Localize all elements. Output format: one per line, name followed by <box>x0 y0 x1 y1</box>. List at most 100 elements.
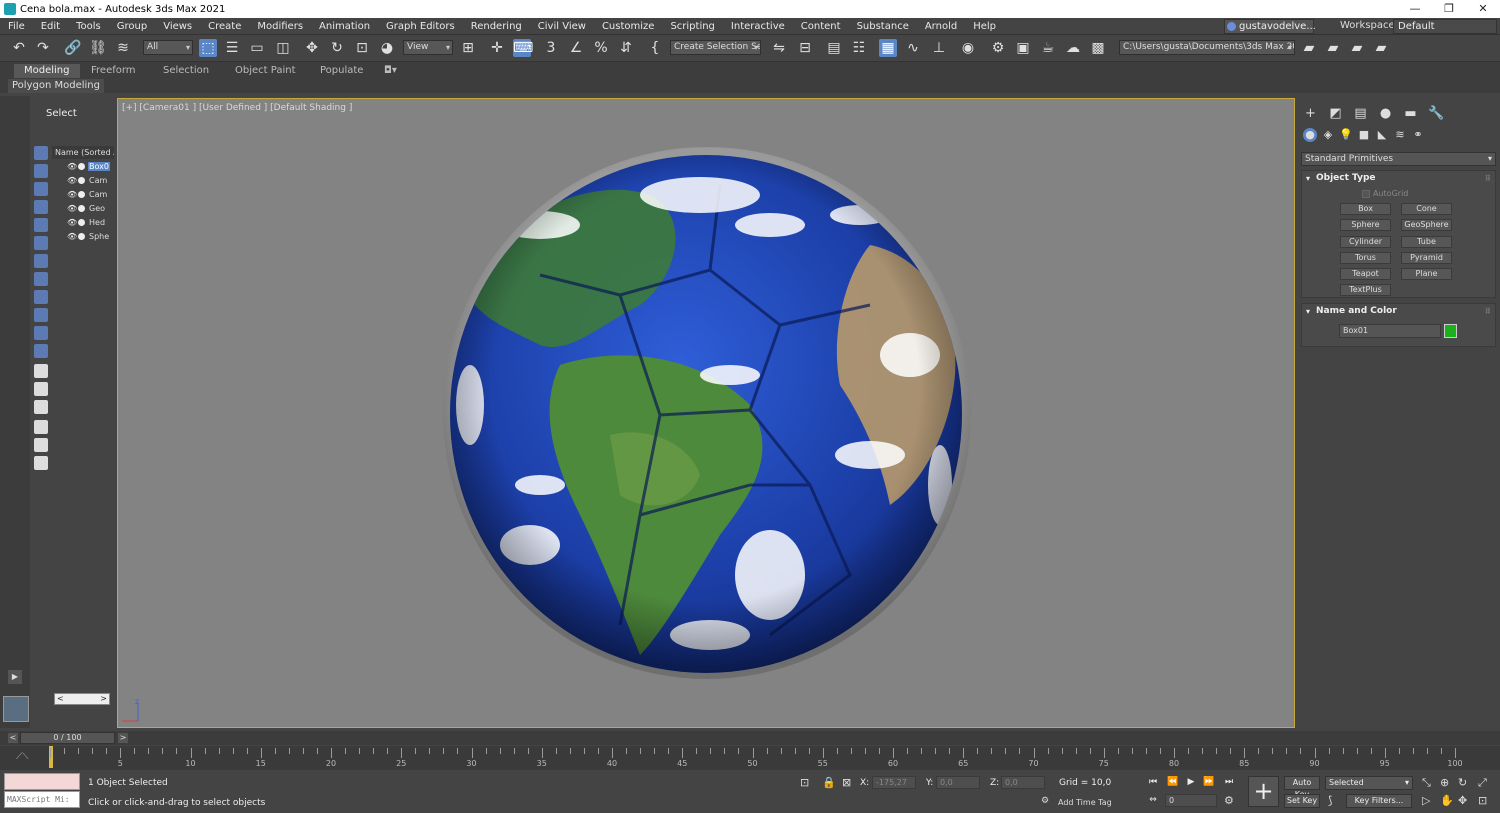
current-frame-field[interactable]: 0 <box>1165 794 1217 807</box>
tube-button[interactable]: Tube <box>1401 236 1452 248</box>
utilities-tab-icon[interactable]: 🔧 <box>1428 106 1444 121</box>
menu-file[interactable]: File <box>0 21 33 32</box>
motion-tab-icon[interactable]: ● <box>1378 106 1393 121</box>
render-production-icon[interactable]: ☕ <box>1039 39 1057 57</box>
helpers-category-icon[interactable]: ◣ <box>1375 128 1389 142</box>
hierarchy-tab-icon[interactable]: ▤ <box>1353 106 1368 121</box>
tab-modeling[interactable]: Modeling <box>14 64 80 78</box>
display-spacewarps-icon[interactable] <box>34 236 48 250</box>
render-setup-icon[interactable]: ⚙ <box>989 39 1007 57</box>
z-coordinate-field[interactable]: 0,0 <box>1001 776 1045 789</box>
rect-selection-icon[interactable]: ▭ <box>248 39 266 57</box>
scene-explorer-toggle-icon[interactable]: ▤ <box>825 39 843 57</box>
pyramid-button[interactable]: Pyramid <box>1401 252 1452 264</box>
zoom-all-icon[interactable]: ⊕ <box>1440 776 1449 789</box>
maxscript-listener-output[interactable] <box>4 773 80 790</box>
eye-icon[interactable]: 👁 <box>67 162 77 171</box>
geosphere-button[interactable]: GeoSphere <box>1401 219 1452 231</box>
object-type-header[interactable]: Object Type <box>1302 171 1495 186</box>
pan-icon[interactable]: ✋ <box>1440 794 1454 807</box>
menu-modifiers[interactable]: Modifiers <box>249 21 311 32</box>
display-cameras-icon[interactable] <box>34 200 48 214</box>
name-column-header[interactable]: Name (Sorted A <box>52 146 114 159</box>
cone-button[interactable]: Cone <box>1401 203 1452 215</box>
viewport-label[interactable]: [+] [Camera01 ] [User Defined ] [Default… <box>122 103 352 113</box>
box-button[interactable]: Box <box>1340 203 1391 215</box>
close-button[interactable]: ✕ <box>1466 0 1500 18</box>
display-lights-icon[interactable] <box>34 182 48 196</box>
snaps-toggle-icon[interactable]: 3 <box>542 39 560 57</box>
autogrid-checkbox[interactable]: AutoGrid <box>1362 189 1408 198</box>
selection-filter-dropdown[interactable]: All <box>143 40 193 55</box>
absolute-mode-icon[interactable]: ⊠ <box>842 776 851 789</box>
layer-icon[interactable] <box>34 456 48 470</box>
frame-ruler[interactable]: 5 10 15 20 25 30 35 40 45 50 55 60 65 70 75 80 85 90 95 100 <box>50 748 1463 768</box>
object-category-dropdown[interactable]: Standard Primitives <box>1301 152 1496 166</box>
teapot-button[interactable]: Teapot <box>1340 268 1391 280</box>
field-of-view-icon[interactable]: ▷ <box>1422 794 1430 807</box>
key-mode-dropdown[interactable]: Selected <box>1325 776 1413 790</box>
named-selection-dropdown[interactable]: Create Selection Se <box>670 40 761 55</box>
menu-edit[interactable]: Edit <box>33 21 68 32</box>
select-object-icon[interactable]: ⬚ <box>199 39 217 57</box>
redo-icon[interactable]: ↷ <box>34 39 52 57</box>
link-icon[interactable]: 🔗 <box>64 39 82 57</box>
list-item[interactable]: 👁 Geo <box>52 201 114 215</box>
eye-icon[interactable]: 👁 <box>67 204 77 213</box>
default-in-out-tangent-icon[interactable]: ⟆ <box>1328 794 1332 807</box>
eye-icon[interactable]: 👁 <box>67 190 77 199</box>
align-icon[interactable]: ⊟ <box>796 39 814 57</box>
project-icon-4[interactable]: ▰ <box>1372 39 1390 57</box>
select-by-name-icon[interactable]: ☰ <box>223 39 241 57</box>
object-name-field[interactable]: Box01 <box>1339 324 1441 338</box>
set-keys-icon[interactable]: + <box>1248 776 1279 807</box>
display-none-icon[interactable] <box>34 382 48 396</box>
menu-scripting[interactable]: Scripting <box>662 21 722 32</box>
systems-category-icon[interactable]: ⚭ <box>1411 128 1425 142</box>
restore-button[interactable]: ❐ <box>1432 0 1466 18</box>
edit-named-selection-icon[interactable]: { <box>646 39 664 57</box>
orbit-icon[interactable]: ↻ <box>1458 776 1467 789</box>
menu-civil-view[interactable]: Civil View <box>530 21 594 32</box>
display-containers-icon[interactable] <box>34 308 48 322</box>
previous-frame-icon[interactable]: ⏪ <box>1166 776 1180 788</box>
tab-populate[interactable]: Populate <box>310 64 373 78</box>
display-geometry-icon[interactable] <box>34 146 48 160</box>
display-tab-icon[interactable]: ▬ <box>1403 106 1418 121</box>
geometry-category-icon[interactable]: ● <box>1303 128 1317 142</box>
menu-interactive[interactable]: Interactive <box>723 21 793 32</box>
checkbox-icon[interactable] <box>1362 189 1370 198</box>
scroll-left-icon[interactable]: < <box>57 694 64 704</box>
expand-layouts-icon[interactable]: ▶ <box>8 670 22 684</box>
menu-rendering[interactable]: Rendering <box>463 21 530 32</box>
list-item[interactable]: 👁 Cam <box>52 173 114 187</box>
create-tab-icon[interactable]: + <box>1303 106 1318 121</box>
menu-graph-editors[interactable]: Graph Editors <box>378 21 463 32</box>
move-icon[interactable]: ✥ <box>303 39 321 57</box>
sphere-button[interactable]: Sphere <box>1340 219 1391 231</box>
list-item[interactable]: 👁 Sphe <box>52 229 114 243</box>
list-item[interactable]: 👁 Box0 <box>52 159 114 173</box>
key-filters-button[interactable]: Key Filters... <box>1346 794 1412 808</box>
spinner-snap-icon[interactable]: ⇵ <box>617 39 635 57</box>
rotate-icon[interactable]: ↻ <box>328 39 346 57</box>
tab-object-paint[interactable]: Object Paint <box>225 64 306 78</box>
display-invert-icon[interactable] <box>34 400 48 414</box>
eye-icon[interactable]: 👁 <box>67 176 77 185</box>
menu-content[interactable]: Content <box>793 21 849 32</box>
polygon-modeling-label[interactable]: Polygon Modeling <box>8 79 104 93</box>
display-helpers-icon[interactable] <box>34 218 48 232</box>
menu-create[interactable]: Create <box>200 21 249 32</box>
menu-animation[interactable]: Animation <box>311 21 378 32</box>
track-bar[interactable]: ⟋⟍ 5 10 15 20 25 30 35 40 45 50 55 60 65 70 75 80 85 90 95… <box>0 746 1500 770</box>
material-editor-icon[interactable]: ◉ <box>959 39 977 57</box>
bind-space-warp-icon[interactable]: ≋ <box>114 39 132 57</box>
camera-viewport[interactable]: [+] [Camera01 ] [User Defined ] [Default… <box>117 98 1295 728</box>
isolate-selection-icon[interactable]: ⊡ <box>800 776 809 789</box>
user-account-dropdown[interactable]: gustavodelve... <box>1224 19 1316 34</box>
maximize-viewport-icon[interactable]: ⤢ <box>1478 776 1487 790</box>
list-item[interactable]: 👁 Cam <box>52 187 114 201</box>
plane-button[interactable]: Plane <box>1401 268 1452 280</box>
list-item[interactable]: 👁 Hed <box>52 215 114 229</box>
go-to-start-icon[interactable]: ⏮ <box>1146 776 1160 788</box>
